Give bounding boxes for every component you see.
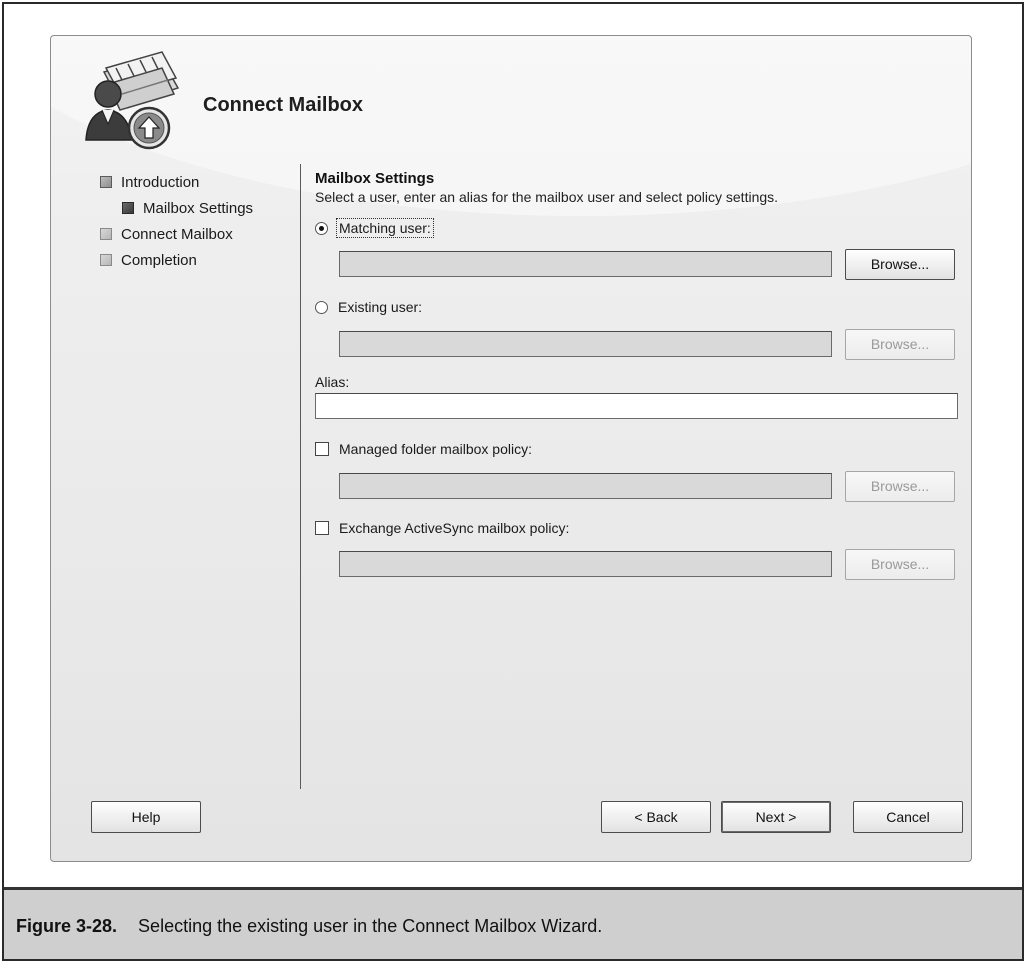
step-pending-icon — [100, 228, 112, 240]
existing-user-field[interactable] — [339, 331, 832, 357]
figure-frame: Connect Mailbox Introduction Mailbox Set… — [2, 2, 1024, 961]
radio-selected-icon[interactable] — [315, 221, 328, 235]
checkbox-unchecked-icon[interactable] — [315, 442, 329, 456]
matching-user-field[interactable] — [339, 251, 832, 277]
figure-caption-band: Figure 3-28. Selecting the existing user… — [4, 887, 1022, 959]
nav-item-label: Connect Mailbox — [121, 225, 233, 243]
nav-item-label: Mailbox Settings — [143, 199, 254, 217]
matching-user-radio[interactable]: Matching user: — [315, 217, 961, 239]
managed-folder-policy-browse-button[interactable]: Browse... — [845, 470, 955, 502]
matching-user-browse-button[interactable]: Browse... — [845, 248, 955, 280]
managed-folder-policy-row: Browse... — [315, 470, 961, 502]
alias-label: Alias: — [315, 374, 350, 390]
figure-image-area: Connect Mailbox Introduction Mailbox Set… — [4, 4, 1022, 887]
managed-folder-policy-checkbox[interactable]: Managed folder mailbox policy: — [315, 438, 961, 460]
connect-mailbox-wizard-window: Connect Mailbox Introduction Mailbox Set… — [50, 35, 972, 862]
back-button[interactable]: < Back — [601, 801, 711, 833]
existing-user-row: Browse... — [315, 328, 961, 360]
next-button[interactable]: Next > — [721, 801, 831, 833]
figure-caption-text: Selecting the existing user in the Conne… — [138, 916, 603, 936]
matching-user-label[interactable]: Matching user: — [336, 218, 434, 238]
managed-folder-policy-label[interactable]: Managed folder mailbox policy: — [339, 441, 532, 457]
activesync-policy-field[interactable] — [339, 551, 832, 577]
nav-item-label: Introduction — [121, 173, 200, 191]
wizard-title: Connect Mailbox — [203, 94, 364, 116]
help-button[interactable]: Help — [91, 801, 201, 833]
alias-row — [315, 392, 961, 420]
alias-label-row: Alias: — [315, 372, 961, 392]
nav-item-introduction: Introduction — [100, 169, 300, 195]
radio-unselected-icon[interactable] — [315, 300, 328, 314]
existing-user-radio[interactable]: Existing user: — [315, 296, 961, 318]
alias-input[interactable] — [315, 393, 958, 419]
cancel-button[interactable]: Cancel — [853, 801, 963, 833]
managed-folder-policy-field[interactable] — [339, 473, 832, 499]
figure-caption: Figure 3-28. Selecting the existing user… — [16, 916, 602, 937]
wizard-step-list: Introduction Mailbox Settings Connect Ma… — [100, 169, 300, 273]
activesync-policy-label[interactable]: Exchange ActiveSync mailbox policy: — [339, 520, 569, 536]
section-title: Mailbox Settings — [315, 170, 435, 187]
section-description: Select a user, enter an alias for the ma… — [315, 189, 779, 205]
matching-user-row: Browse... — [315, 248, 961, 280]
nav-item-completion: Completion — [100, 247, 300, 273]
step-done-icon — [100, 176, 112, 188]
activesync-policy-checkbox[interactable]: Exchange ActiveSync mailbox policy: — [315, 517, 961, 539]
nav-item-connect-mailbox: Connect Mailbox — [100, 221, 300, 247]
nav-item-label: Completion — [121, 251, 197, 269]
mailbox-settings-panel: Mailbox Settings Select a user, enter an… — [315, 170, 961, 580]
mailbox-user-upload-icon — [82, 48, 184, 152]
step-current-icon — [122, 202, 134, 214]
activesync-policy-row: Browse... — [315, 548, 961, 580]
nav-divider — [300, 164, 301, 789]
figure-caption-label: Figure 3-28. — [16, 916, 118, 936]
checkbox-unchecked-icon[interactable] — [315, 521, 329, 535]
nav-item-mailbox-settings: Mailbox Settings — [100, 195, 300, 221]
activesync-policy-browse-button[interactable]: Browse... — [845, 548, 955, 580]
existing-user-browse-button[interactable]: Browse... — [845, 328, 955, 360]
existing-user-label[interactable]: Existing user: — [338, 299, 422, 315]
step-pending-icon — [100, 254, 112, 266]
